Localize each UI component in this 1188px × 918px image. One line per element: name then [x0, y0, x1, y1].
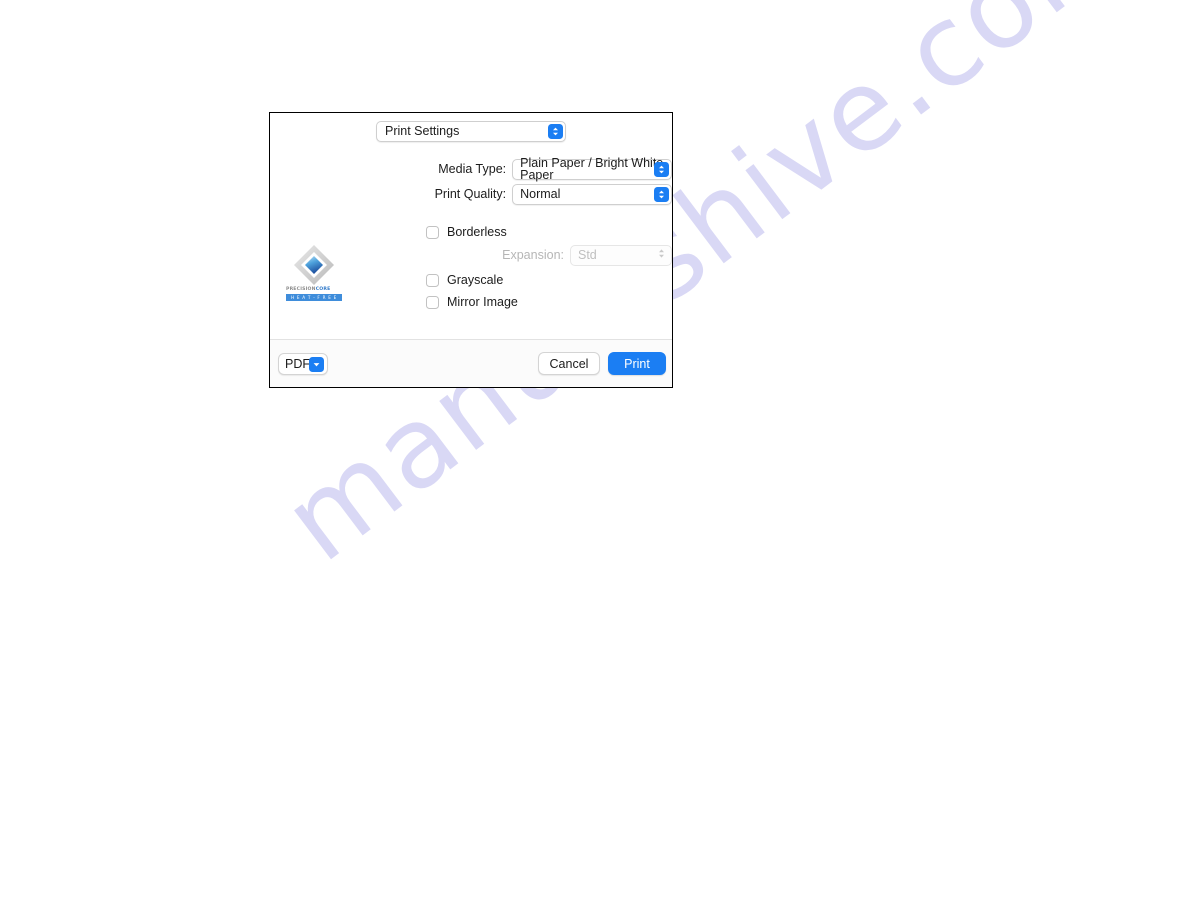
print-button-label: Print: [624, 356, 650, 371]
expansion-value: Std: [578, 247, 597, 262]
up-down-chevron-icon: [654, 186, 669, 202]
precisioncore-heat-free-logo: PRECISIONCORE H E A T - F R E E: [286, 243, 342, 303]
print-quality-row: Print Quality: Normal: [270, 183, 672, 205]
cancel-button-label: Cancel: [549, 356, 589, 371]
wordmark-core: CORE: [315, 287, 331, 292]
borderless-label: Borderless: [447, 225, 507, 240]
media-type-value: Plain Paper / Bright White Paper: [520, 155, 664, 182]
pane-selector-label: Print Settings: [385, 124, 460, 139]
mirror-image-checkbox-row[interactable]: Mirror Image: [426, 296, 518, 309]
print-button[interactable]: Print: [608, 352, 666, 375]
mirror-image-label: Mirror Image: [447, 295, 518, 310]
checkbox-icon[interactable]: [426, 274, 439, 287]
checkbox-icon[interactable]: [426, 226, 439, 239]
checkbox-icon[interactable]: [426, 296, 439, 309]
up-down-chevron-icon: [548, 124, 563, 139]
print-quality-label: Print Quality:: [434, 187, 507, 201]
pane-selector-popup[interactable]: Print Settings: [376, 121, 566, 142]
precisioncore-badge-icon: [291, 243, 337, 287]
dialog-button-bar: PDF Cancel Print: [270, 340, 672, 387]
print-settings-panel: Print Settings Media Type: Plain Paper /…: [270, 113, 672, 339]
up-down-chevron-icon: [657, 246, 666, 264]
borderless-checkbox-row[interactable]: Borderless: [426, 226, 507, 239]
up-down-chevron-icon: [654, 161, 669, 177]
grayscale-label: Grayscale: [447, 273, 504, 288]
grayscale-checkbox-row[interactable]: Grayscale: [426, 274, 503, 287]
precisioncore-wordmark: PRECISIONCORE H E A T - F R E E: [286, 287, 342, 301]
print-quality-value: Normal: [520, 186, 561, 201]
cancel-button[interactable]: Cancel: [538, 352, 600, 375]
chevron-down-icon: [309, 357, 324, 372]
media-type-label: Media Type:: [438, 162, 507, 176]
print-quality-select[interactable]: Normal: [512, 183, 672, 205]
pdf-button-label: PDF: [285, 357, 310, 371]
wordmark-heat-free: H E A T - F R E E: [286, 294, 342, 301]
media-type-select[interactable]: Plain Paper / Bright White Paper: [512, 155, 672, 182]
print-dialog: Print Settings Media Type: Plain Paper /…: [269, 112, 673, 388]
wordmark-precision: PRECISION: [286, 287, 316, 292]
media-type-row: Media Type: Plain Paper / Bright White P…: [270, 155, 672, 182]
expansion-select: Std: [570, 244, 672, 266]
pdf-button[interactable]: PDF: [278, 353, 328, 375]
